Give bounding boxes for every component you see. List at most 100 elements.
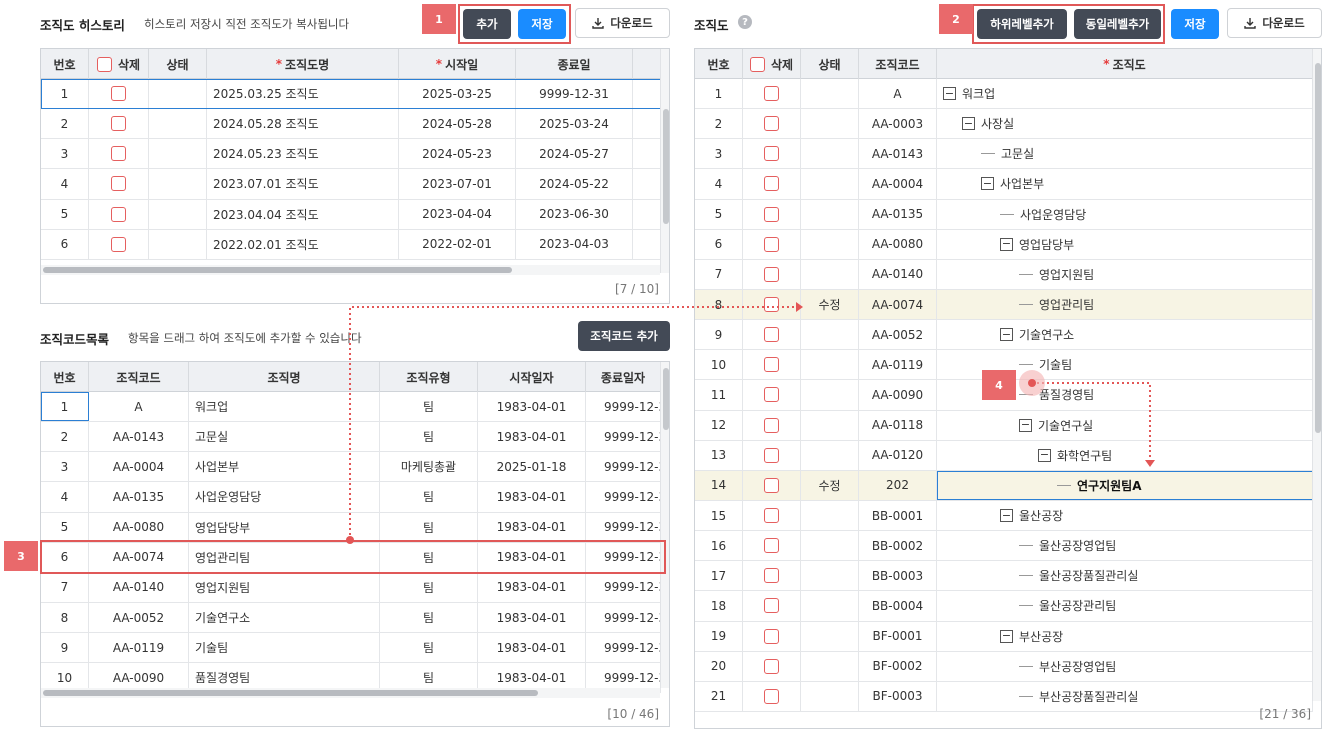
table-row[interactable]: 4 2023.07.01 조직도 2023-07-01 2024-05-22: [41, 169, 661, 200]
collapse-icon[interactable]: −: [1000, 237, 1013, 251]
table-row[interactable]: 1A워크업팀1983-04-019999-12-31: [41, 392, 661, 423]
collapse-icon[interactable]: −: [1000, 509, 1013, 523]
delete-cell[interactable]: [743, 380, 801, 410]
org-save-button[interactable]: 저장: [1171, 9, 1219, 39]
delete-cell[interactable]: [743, 410, 801, 440]
delete-checkbox[interactable]: [111, 236, 126, 252]
delete-checkbox[interactable]: [764, 508, 779, 524]
codes-vertical-scrollbar[interactable]: [660, 362, 669, 688]
delete-checkbox[interactable]: [764, 176, 779, 192]
delete-checkbox[interactable]: [764, 387, 779, 403]
table-row[interactable]: 3AA-0004사업본부마케팅총괄2025-01-189999-12-31: [41, 452, 661, 483]
delete-checkbox[interactable]: [111, 146, 126, 162]
table-row[interactable]: 2AA-0143고문실팀1983-04-019999-12-31: [41, 422, 661, 453]
table-row[interactable]: 8 수정 AA-0074 영업관리팀: [695, 289, 1313, 321]
delete-cell[interactable]: [743, 169, 801, 199]
add-org-code-button[interactable]: 조직코드 추가: [578, 321, 670, 351]
tree-node[interactable]: − 기술연구소: [937, 320, 1313, 350]
delete-checkbox[interactable]: [764, 206, 779, 222]
history-download-button[interactable]: 다운로드: [575, 8, 670, 38]
delete-checkbox[interactable]: [111, 206, 126, 222]
delete-cell[interactable]: [743, 500, 801, 531]
delete-cell[interactable]: [743, 139, 801, 169]
delete-cell[interactable]: [89, 79, 149, 109]
history-vertical-scrollbar[interactable]: [660, 49, 669, 273]
tree-node[interactable]: − 영업담당부: [937, 229, 1313, 259]
table-row[interactable]: 13 AA-0120− 화학연구팀: [695, 440, 1313, 471]
tree-node[interactable]: 부산공장품질관리실: [937, 681, 1313, 711]
delete-cell[interactable]: [743, 621, 801, 651]
tree-node[interactable]: − 부산공장: [937, 621, 1313, 651]
delete-cell[interactable]: [743, 199, 801, 229]
collapse-icon[interactable]: −: [943, 87, 956, 101]
table-row[interactable]: 5 AA-0135 사업운영담당: [695, 199, 1313, 230]
select-all-checkbox[interactable]: [96, 56, 112, 72]
table-row[interactable]: 3 AA-0143 고문실: [695, 139, 1313, 170]
delete-cell[interactable]: [743, 289, 801, 320]
delete-checkbox[interactable]: [764, 568, 779, 584]
delete-checkbox[interactable]: [111, 116, 126, 132]
table-row[interactable]: 1 2025.03.25 조직도 2025-03-25 9999-12-31: [41, 79, 661, 110]
delete-checkbox[interactable]: [764, 86, 779, 102]
table-row[interactable]: 17 BB-0003 울산공장품질관리실: [695, 561, 1313, 592]
delete-checkbox[interactable]: [764, 477, 779, 493]
delete-checkbox[interactable]: [764, 297, 779, 313]
table-row[interactable]: 7AA-0140영업지원팀팀1983-04-019999-12-31: [41, 572, 661, 603]
delete-cell[interactable]: [89, 199, 149, 229]
table-row[interactable]: 3 2024.05.23 조직도 2024-05-23 2024-05-27: [41, 139, 661, 170]
delete-cell[interactable]: [89, 109, 149, 139]
delete-checkbox[interactable]: [111, 176, 126, 192]
table-row[interactable]: 5 2023.04.04 조직도 2023-04-04 2023-06-30: [41, 199, 661, 230]
table-row[interactable]: 6 2022.02.01 조직도 2022-02-01 2023-04-03: [41, 229, 661, 260]
delete-cell[interactable]: [743, 320, 801, 350]
table-row[interactable]: 5AA-0080영업담당부팀1983-04-019999-12-31: [41, 512, 661, 543]
delete-cell[interactable]: [743, 440, 801, 470]
table-row[interactable]: 7 AA-0140 영업지원팀: [695, 259, 1313, 290]
delete-cell[interactable]: [89, 139, 149, 169]
org-vertical-scrollbar[interactable]: [1312, 49, 1321, 701]
select-all-checkbox[interactable]: [749, 56, 765, 72]
add-same-level-button[interactable]: 동일레벨추가: [1074, 9, 1161, 39]
delete-cell[interactable]: [743, 651, 801, 681]
delete-cell[interactable]: [743, 681, 801, 711]
table-row[interactable]: 20 BF-0002 부산공장영업팀: [695, 651, 1313, 682]
collapse-icon[interactable]: −: [1000, 629, 1013, 643]
tree-node[interactable]: 연구지원팀A: [937, 470, 1313, 500]
tree-node[interactable]: − 울산공장: [937, 500, 1313, 531]
delete-cell[interactable]: [743, 109, 801, 139]
table-row[interactable]: 1 A − 워크업: [695, 79, 1313, 110]
delete-checkbox[interactable]: [764, 447, 779, 463]
table-row[interactable]: 4 AA-0004− 사업본부: [695, 169, 1313, 200]
delete-checkbox[interactable]: [764, 236, 779, 252]
tree-node[interactable]: 울산공장품질관리실: [937, 561, 1313, 591]
delete-cell[interactable]: [743, 591, 801, 621]
delete-checkbox[interactable]: [764, 688, 779, 704]
tree-node[interactable]: − 사장실: [937, 109, 1313, 139]
table-row[interactable]: 16 BB-0002 울산공장영업팀: [695, 531, 1313, 562]
history-save-button[interactable]: 저장: [518, 9, 566, 39]
table-row[interactable]: 14 수정 202 연구지원팀A: [695, 470, 1313, 501]
tree-node[interactable]: − 사업본부: [937, 169, 1313, 199]
question-icon[interactable]: ?: [738, 15, 752, 29]
delete-checkbox[interactable]: [764, 598, 779, 614]
table-row[interactable]: 15 BB-0001− 울산공장: [695, 500, 1313, 532]
table-row[interactable]: 9AA-0119기술팀팀1983-04-019999-12-31: [41, 633, 661, 664]
tree-node[interactable]: − 화학연구팀: [937, 440, 1313, 470]
delete-cell[interactable]: [743, 561, 801, 591]
tree-node[interactable]: 부산공장영업팀: [937, 651, 1313, 681]
collapse-icon[interactable]: −: [1038, 448, 1051, 462]
tree-node[interactable]: 울산공장영업팀: [937, 531, 1313, 561]
table-row[interactable]: 9 AA-0052− 기술연구소: [695, 320, 1313, 351]
tree-node[interactable]: − 워크업: [937, 79, 1313, 109]
collapse-icon[interactable]: −: [981, 177, 994, 191]
tree-node[interactable]: − 기술연구실: [937, 410, 1313, 440]
tree-node[interactable]: 영업관리팀: [937, 289, 1313, 320]
table-row[interactable]: 2 AA-0003− 사장실: [695, 109, 1313, 140]
delete-checkbox[interactable]: [764, 417, 779, 433]
tree-node[interactable]: 사업운영담당: [937, 199, 1313, 229]
delete-cell[interactable]: [743, 470, 801, 500]
table-row[interactable]: 8AA-0052기술연구소팀1983-04-019999-12-31: [41, 602, 661, 634]
org-download-button[interactable]: 다운로드: [1227, 8, 1322, 38]
delete-checkbox[interactable]: [764, 538, 779, 554]
history-add-button[interactable]: 추가: [463, 9, 511, 39]
